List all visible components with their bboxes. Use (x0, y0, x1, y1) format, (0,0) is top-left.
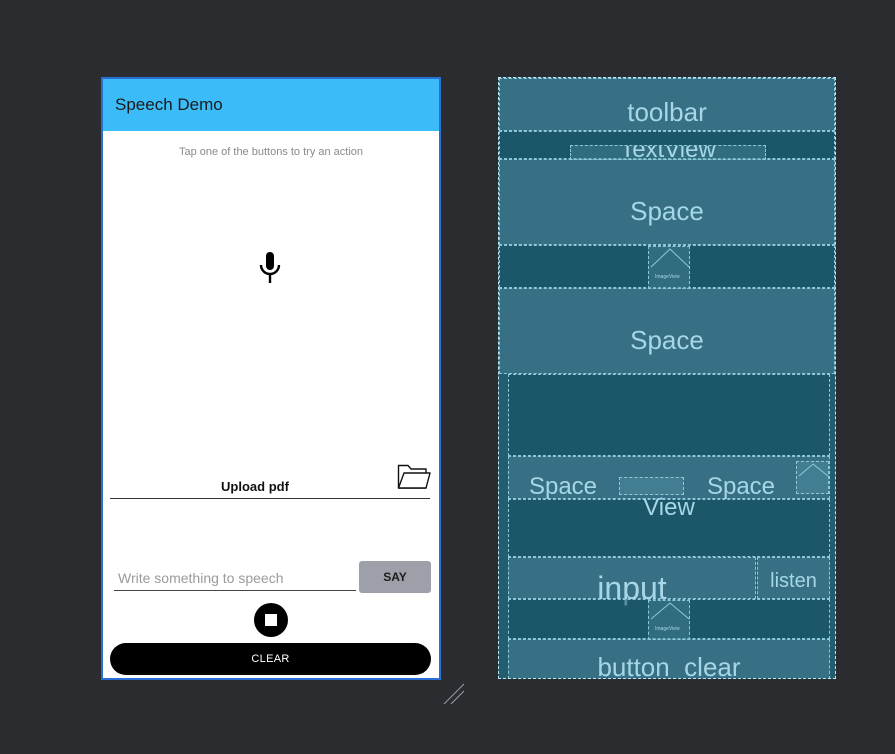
bp-mic-imageview[interactable]: ImageView (648, 246, 690, 289)
upload-pdf-label[interactable]: Upload pdf (213, 479, 297, 494)
bp-textview[interactable]: TextView (570, 145, 766, 160)
say-button[interactable]: SAY (359, 561, 431, 593)
bp-upload-container[interactable] (508, 374, 830, 456)
bp-button-clear[interactable]: button_clear (508, 639, 830, 679)
blueprint-preview: toolbar TextView Space ImageView Space S… (498, 77, 836, 679)
stop-button[interactable] (254, 603, 288, 637)
bp-toolbar-label: toolbar (627, 97, 707, 127)
toolbar-title: Speech Demo (115, 95, 223, 114)
bp-textview-row: TextView (499, 131, 835, 160)
bp-space-middle-label: Space (630, 325, 704, 355)
toolbar: Speech Demo (103, 79, 439, 131)
stop-icon (265, 614, 277, 626)
speech-input[interactable] (114, 565, 356, 591)
bp-stop-glyph (650, 602, 690, 620)
clear-button[interactable]: CLEAR (110, 643, 431, 675)
bp-stop-row: ImageView (508, 599, 830, 640)
bp-space-top[interactable]: Space (499, 159, 835, 245)
bp-listen-label: listen (770, 570, 817, 592)
bp-view[interactable]: View (508, 494, 830, 557)
upload-underline (110, 498, 430, 499)
bp-listen[interactable]: listen (757, 557, 830, 599)
folder-icon[interactable] (397, 461, 431, 491)
bp-button-clear-label: button_clear (597, 652, 741, 679)
bp-input[interactable]: input (508, 557, 756, 606)
bp-imageview-caption: ImageView (655, 274, 680, 280)
resize-handle-icon[interactable] (442, 682, 466, 706)
design-preview: Speech Demo Tap one of the buttons to tr… (101, 77, 441, 680)
bp-upload-text[interactable] (619, 477, 684, 495)
bp-stop-caption: ImageView (655, 626, 680, 632)
bp-space-middle[interactable]: Space (499, 288, 835, 374)
bp-textview-label: TextView (620, 145, 716, 160)
bp-stop-imageview[interactable]: ImageView (648, 600, 690, 640)
bp-upload-row: Space Space (508, 456, 830, 500)
bp-imageview-glyph (650, 248, 690, 268)
bp-folder-imageview[interactable] (796, 461, 829, 494)
bp-space-top-label: Space (630, 196, 704, 226)
bp-imageview-row: ImageView (499, 245, 835, 289)
bp-toolbar[interactable]: toolbar (499, 78, 835, 131)
bp-folder-glyph (798, 463, 829, 477)
hint-text: Tap one of the buttons to try an action (178, 146, 364, 158)
mic-icon[interactable] (257, 251, 283, 285)
bp-view-label: View (643, 494, 695, 521)
